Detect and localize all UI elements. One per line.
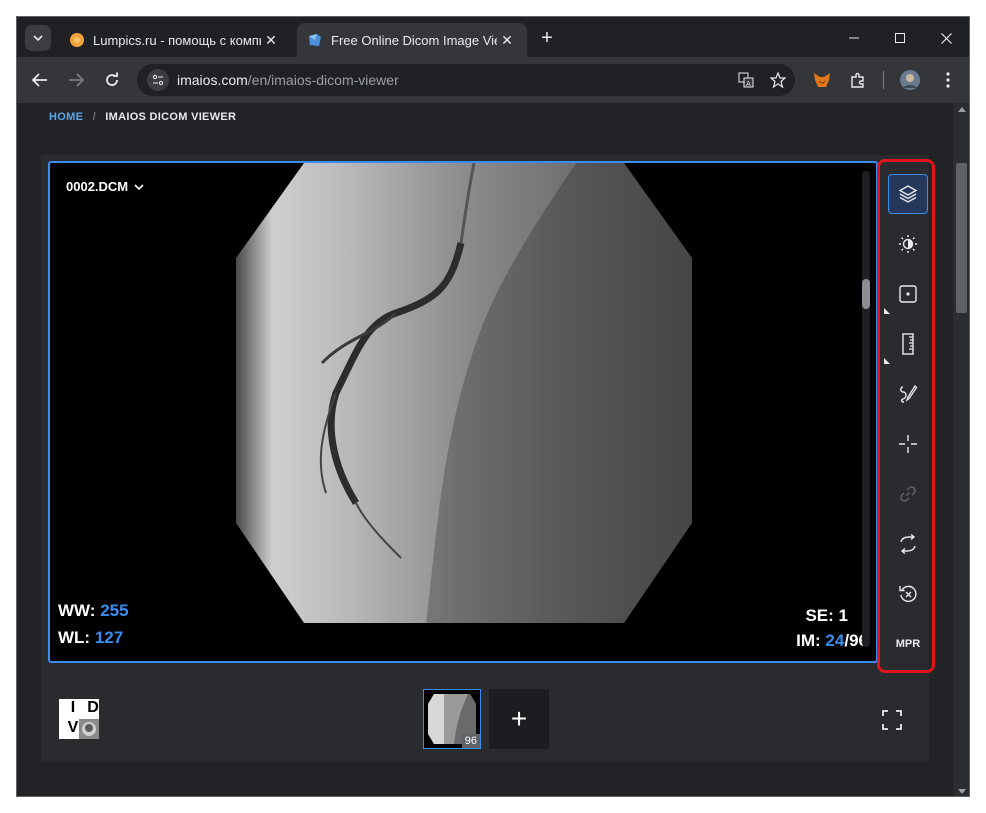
fullscreen-icon bbox=[882, 710, 902, 730]
tool-panel: MPR bbox=[877, 159, 935, 673]
maximize-icon bbox=[895, 33, 905, 43]
dicom-angiogram-image bbox=[236, 163, 692, 623]
translate-icon[interactable]: A bbox=[735, 69, 757, 91]
thumbnail-count-badge: 96 bbox=[461, 734, 480, 748]
roi-tool-button[interactable] bbox=[884, 274, 928, 314]
tab-lumpics[interactable]: Lumpics.ru - помощь с компью ✕ bbox=[59, 23, 291, 57]
series-thumbnail[interactable]: 96 bbox=[423, 689, 481, 749]
brightness-tool-button[interactable] bbox=[888, 224, 928, 264]
image-viewport[interactable]: 0002.DCM WW: 255 WL: 127 SE: 1 IM: 24/96 bbox=[48, 161, 878, 663]
browser-toolbar: imaios.com/en/imaios-dicom-viewer A bbox=[17, 57, 969, 103]
sync-icon bbox=[900, 534, 916, 554]
se-value: 1 bbox=[838, 606, 848, 625]
back-button[interactable] bbox=[27, 67, 53, 93]
window-width-readout: WW: 255 bbox=[58, 601, 129, 621]
browser-menu-icon[interactable] bbox=[935, 67, 961, 93]
window-level-readout: WL: 127 bbox=[58, 628, 123, 648]
breadcrumb-separator: / bbox=[92, 111, 96, 123]
ww-value: 255 bbox=[100, 601, 129, 620]
measure-tool-button[interactable] bbox=[884, 324, 928, 364]
series-readout: SE: 1 bbox=[805, 606, 848, 626]
metamask-extension-icon[interactable] bbox=[809, 67, 835, 93]
logo-letter-d: D bbox=[87, 699, 99, 716]
orange-circle-icon bbox=[70, 33, 84, 47]
annotate-tool-button[interactable] bbox=[888, 374, 928, 414]
toolbar-divider bbox=[883, 71, 884, 89]
minimize-icon bbox=[849, 37, 859, 39]
url-path: /en/imaios-dicom-viewer bbox=[247, 72, 399, 88]
brightness-icon bbox=[899, 235, 917, 253]
logo-letter-i: I bbox=[70, 699, 76, 716]
tab-dicom-viewer[interactable]: Free Online Dicom Image Viewe ✕ bbox=[297, 23, 527, 57]
roi-icon bbox=[899, 285, 917, 303]
page-scrollbar[interactable] bbox=[953, 103, 969, 796]
url-text: imaios.com/en/imaios-dicom-viewer bbox=[177, 72, 399, 88]
breadcrumb-home-link[interactable]: HOME bbox=[49, 111, 83, 123]
minimize-button[interactable] bbox=[831, 25, 877, 51]
mpr-label: MPR bbox=[895, 638, 921, 650]
sync-tool-button[interactable] bbox=[888, 524, 928, 564]
im-label: IM: bbox=[796, 631, 821, 650]
address-bar[interactable]: imaios.com/en/imaios-dicom-viewer A bbox=[137, 64, 795, 96]
scroll-down-icon[interactable] bbox=[958, 789, 966, 794]
breadcrumb-current: IMAIOS DICOM VIEWER bbox=[105, 111, 237, 123]
logo-letter-v: V bbox=[67, 719, 79, 736]
arrow-left-icon bbox=[32, 73, 47, 87]
ruler-icon bbox=[902, 333, 914, 355]
file-selector[interactable]: 0002.DCM bbox=[66, 179, 144, 194]
image-scrollbar-thumb[interactable] bbox=[862, 279, 870, 309]
new-tab-button[interactable]: + bbox=[535, 26, 559, 50]
mpr-button[interactable]: MPR bbox=[888, 624, 928, 664]
image-index-readout: IM: 24/96 bbox=[796, 631, 868, 651]
browser-window: Lumpics.ru - помощь с компью ✕ Free Onli… bbox=[16, 16, 970, 797]
tab-title: Lumpics.ru - помощь с компью bbox=[93, 32, 261, 48]
reload-button[interactable] bbox=[99, 67, 125, 93]
reload-icon bbox=[106, 72, 118, 86]
site-info-icon[interactable] bbox=[147, 69, 169, 91]
reset-icon bbox=[899, 585, 917, 603]
url-domain: imaios.com bbox=[177, 72, 248, 88]
layers-icon bbox=[898, 185, 918, 203]
link-tool-button[interactable] bbox=[888, 474, 928, 514]
tab-strip: Lumpics.ru - помощь с компью ✕ Free Onli… bbox=[17, 17, 969, 57]
im-current: 24 bbox=[825, 631, 845, 650]
add-series-button[interactable]: + bbox=[489, 689, 549, 749]
bookmark-star-icon[interactable] bbox=[767, 69, 789, 91]
tab-search-button[interactable] bbox=[25, 25, 51, 51]
svg-text:A: A bbox=[746, 80, 751, 88]
close-window-button[interactable] bbox=[923, 25, 969, 51]
scroll-up-icon[interactable] bbox=[958, 107, 966, 112]
close-icon[interactable]: ✕ bbox=[497, 32, 517, 49]
wl-label: WL: bbox=[58, 628, 91, 647]
chevron-down-icon bbox=[134, 183, 144, 190]
link-icon bbox=[900, 486, 916, 502]
close-icon bbox=[940, 32, 952, 44]
arrow-right-icon bbox=[69, 73, 84, 87]
wl-value: 127 bbox=[94, 628, 124, 647]
submenu-indicator bbox=[884, 358, 890, 364]
crosshair-tool-button[interactable] bbox=[888, 424, 928, 464]
layers-tool-button[interactable] bbox=[888, 174, 928, 214]
dicom-viewer-icon bbox=[309, 34, 321, 46]
profile-avatar[interactable] bbox=[897, 67, 923, 93]
page-scrollbar-thumb[interactable] bbox=[956, 163, 967, 313]
ww-label: WW: bbox=[58, 601, 96, 620]
se-label: SE: bbox=[805, 606, 834, 625]
page-content: HOME / IMAIOS DICOM VIEWER 0002.DCM WW: … bbox=[17, 103, 953, 796]
maximize-button[interactable] bbox=[877, 25, 923, 51]
tab-title: Free Online Dicom Image Viewe bbox=[331, 32, 497, 48]
submenu-indicator bbox=[884, 308, 890, 314]
extensions-puzzle-icon[interactable] bbox=[845, 67, 871, 93]
chevron-down-icon bbox=[33, 35, 43, 41]
fullscreen-button[interactable] bbox=[881, 709, 903, 731]
forward-button[interactable] bbox=[63, 67, 89, 93]
reset-tool-button[interactable] bbox=[888, 574, 928, 614]
bottom-bar: I D V 96 + bbox=[41, 681, 929, 761]
crosshair-icon bbox=[899, 435, 917, 453]
annotate-icon bbox=[900, 384, 918, 403]
breadcrumb: HOME / IMAIOS DICOM VIEWER bbox=[49, 111, 236, 123]
close-icon[interactable]: ✕ bbox=[261, 32, 281, 49]
file-name: 0002.DCM bbox=[66, 179, 129, 194]
image-scrollbar[interactable] bbox=[862, 171, 870, 647]
